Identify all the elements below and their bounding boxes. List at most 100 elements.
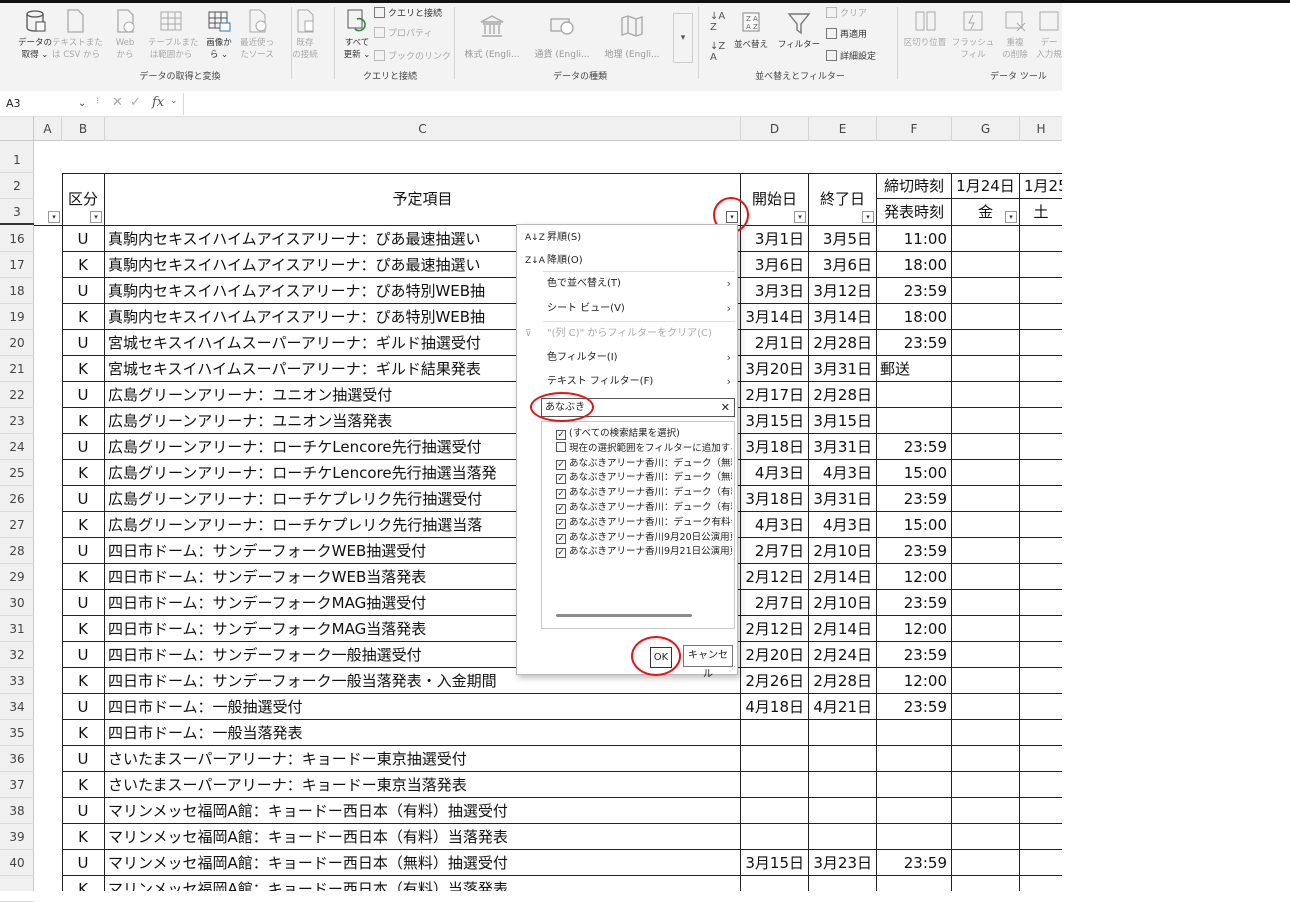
cell-time[interactable]: 11:00 (877, 226, 952, 252)
cell-calendar[interactable] (1020, 486, 1062, 512)
cell-calendar[interactable] (1020, 850, 1062, 876)
filter-dropdown-e[interactable]: ▾ (862, 211, 874, 223)
cell-kubun[interactable]: K (62, 408, 105, 434)
flash-fill-button[interactable]: フラッシュ フィル (950, 7, 996, 61)
cell-end-date[interactable]: 2月24日 (809, 642, 877, 668)
row-header-1[interactable]: 1 (0, 147, 34, 173)
sort-az-icon[interactable]: ↓A Z (710, 11, 725, 33)
formula-input[interactable] (183, 93, 1062, 115)
cell-time[interactable]: 12:00 (877, 616, 952, 642)
cell-time[interactable]: 18:00 (877, 252, 952, 278)
cell-time[interactable]: 23:59 (877, 850, 952, 876)
filter-dropdown-a[interactable]: ▾ (48, 211, 60, 223)
cell-kubun[interactable]: U (62, 278, 105, 304)
cell-calendar[interactable] (1020, 538, 1062, 564)
row-header[interactable]: 40 (0, 850, 34, 876)
cell-calendar[interactable] (952, 356, 1020, 382)
checkbox-checked-icon[interactable]: ✓ (556, 459, 566, 470)
cell-calendar[interactable] (952, 252, 1020, 278)
cell-end-date[interactable]: 2月10日 (809, 590, 877, 616)
row-header[interactable]: 33 (0, 668, 34, 694)
cell-end-date[interactable]: 4月21日 (809, 694, 877, 720)
cell-calendar[interactable] (952, 226, 1020, 252)
row-header[interactable]: 31 (0, 616, 34, 642)
cell-item[interactable]: さいたまスーパーアリーナ：キョードー東京抽選受付 (105, 746, 741, 772)
cell-start-date[interactable] (741, 746, 809, 772)
checkbox-checked-icon[interactable]: ✓ (556, 548, 566, 559)
cell-calendar[interactable] (952, 564, 1020, 590)
row-header[interactable]: 22 (0, 382, 34, 408)
cell-time[interactable] (877, 824, 952, 850)
cell-calendar[interactable] (952, 850, 1020, 876)
cell-calendar[interactable] (952, 642, 1020, 668)
workbook-links-button[interactable]: ブックのリンク (374, 50, 451, 64)
row-header[interactable]: 28 (0, 538, 34, 564)
filter-dropdown-d[interactable]: ▾ (794, 211, 806, 223)
cell-kubun[interactable]: K (62, 356, 105, 382)
cell-start-date[interactable]: 4月18日 (741, 694, 809, 720)
cell-calendar[interactable] (1020, 460, 1062, 486)
row-header[interactable]: 38 (0, 798, 34, 824)
cell-calendar[interactable] (952, 408, 1020, 434)
filter-list-item[interactable]: ✓ あなぶきアリーナ香川9月21日公演用東邦 (556, 544, 732, 559)
cell-start-date[interactable]: 2月17日 (741, 382, 809, 408)
checkbox-checked-icon[interactable]: ✓ (556, 504, 566, 514)
cell-kubun[interactable]: K (62, 616, 105, 642)
cell-calendar[interactable] (952, 330, 1020, 356)
cell-kubun[interactable]: U (62, 434, 105, 460)
cell-end-date[interactable]: 3月6日 (809, 252, 877, 278)
cell-kubun[interactable]: U (62, 850, 105, 876)
row-header[interactable]: 24 (0, 434, 34, 460)
row-header[interactable]: 34 (0, 694, 34, 720)
sort-button[interactable]: Z AA Z 並べ替え (728, 9, 774, 51)
cell-start-date[interactable]: 3月1日 (741, 226, 809, 252)
cell-calendar[interactable] (1020, 694, 1062, 720)
row-header[interactable]: 30 (0, 590, 34, 616)
ribbon-button-5[interactable]: 最近使っ たソース (234, 7, 280, 61)
cell-end-date[interactable] (809, 876, 877, 891)
cell-time[interactable] (877, 876, 952, 891)
insert-function-button[interactable]: fx (152, 95, 164, 110)
cell-start-date[interactable] (741, 824, 809, 850)
cell-calendar[interactable] (952, 720, 1020, 746)
cell-calendar[interactable] (952, 876, 1020, 891)
cell-start-date[interactable]: 3月14日 (741, 304, 809, 330)
column-header-h[interactable]: H (1020, 117, 1062, 141)
cell-end-date[interactable] (809, 798, 877, 824)
cell-calendar[interactable] (952, 668, 1020, 694)
resize-grip-icon[interactable]: ⋰ (729, 665, 736, 673)
cell-kubun[interactable]: U (62, 642, 105, 668)
cell-time[interactable]: 12:00 (877, 564, 952, 590)
column-header-g[interactable]: G (952, 117, 1020, 141)
cell-calendar[interactable] (952, 694, 1020, 720)
cell-end-date[interactable] (809, 720, 877, 746)
cell-end-date[interactable] (809, 746, 877, 772)
cell-calendar[interactable] (952, 772, 1020, 798)
row-header[interactable]: 16 (0, 226, 34, 252)
cell-calendar[interactable] (1020, 252, 1062, 278)
row-header[interactable]: 29 (0, 564, 34, 590)
cell-start-date[interactable]: 2月26日 (741, 668, 809, 694)
filter-menu-item-5[interactable]: 色フィルター(I) › (517, 347, 737, 369)
cell-time[interactable]: 12:00 (877, 668, 952, 694)
cell-kubun[interactable]: U (62, 538, 105, 564)
cell-end-date[interactable]: 3月31日 (809, 486, 877, 512)
cell-kubun[interactable]: U (62, 226, 105, 252)
cell-calendar[interactable] (1020, 382, 1062, 408)
cell-end-date[interactable]: 2月10日 (809, 538, 877, 564)
cell-end-date[interactable] (809, 772, 877, 798)
cell-start-date[interactable]: 2月12日 (741, 564, 809, 590)
filter-list-item[interactable]: ✓あなぶきアリーナ香川：デューク（有料）結 (556, 485, 732, 500)
filter-list-item[interactable]: ✓あなぶきアリーナ香川：デューク有料会員先 (556, 515, 732, 530)
text-to-columns-button[interactable]: 区切り位置 (902, 7, 948, 49)
filter-dropdown-g[interactable]: ▾ (1005, 211, 1017, 223)
cell-calendar[interactable] (1020, 356, 1062, 382)
checkbox-checked-icon[interactable]: ✓ (556, 474, 566, 485)
cell-kubun[interactable]: K (62, 824, 105, 850)
cell-start-date[interactable]: 4月3日 (741, 512, 809, 538)
filter-list-item[interactable]: ✓ あなぶきアリーナ香川9月20日公演用東邦 (556, 530, 732, 545)
cell-item[interactable]: マリンメッセ福岡A館：キョードー西日本（有料）当落発表 (105, 876, 741, 891)
select-all-button[interactable] (0, 117, 34, 141)
row-header-2[interactable]: 2 (0, 173, 34, 199)
cell-time[interactable]: 郵送 (877, 356, 952, 382)
